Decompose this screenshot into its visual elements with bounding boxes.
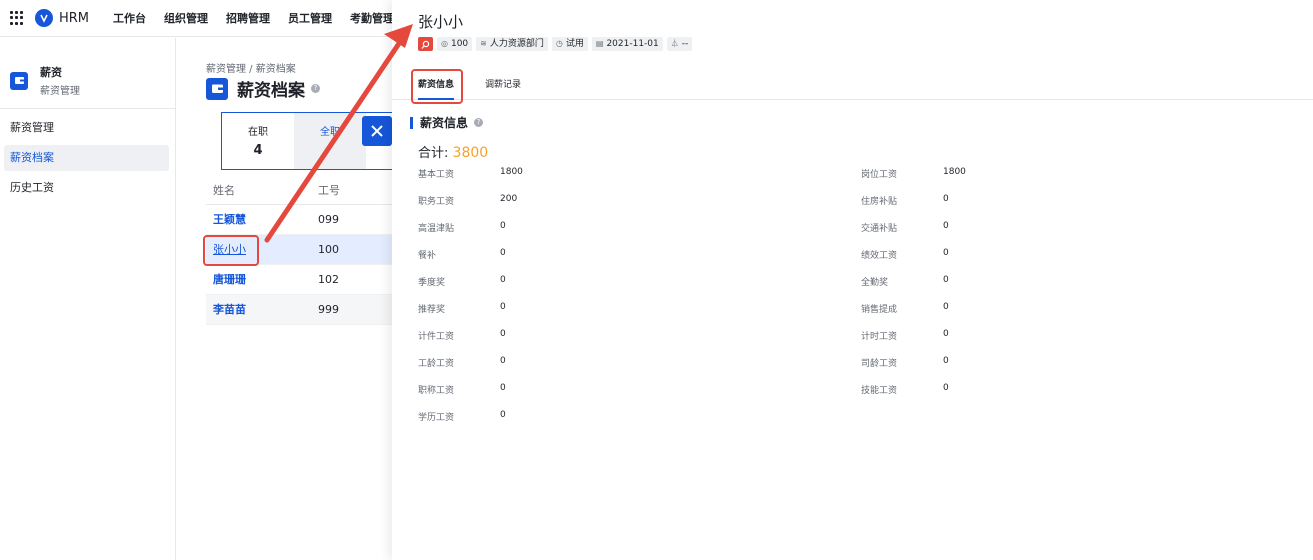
nav-attendance[interactable]: 考勤管理 [350, 10, 394, 26]
salary-field-label: 销售提成 [861, 305, 898, 315]
help-icon[interactable]: ? [311, 84, 320, 93]
salary-field-value: 0 [500, 329, 506, 339]
salary-total-value: 3800 [452, 145, 489, 161]
salary-field-label: 餐补 [418, 251, 437, 261]
table-row[interactable]: 王颖慧 099 [206, 205, 392, 235]
salary-field-value: 0 [943, 302, 949, 312]
salary-field-value: 0 [943, 356, 949, 366]
salary-field-value: 0 [943, 194, 949, 204]
salary-field-label: 工龄工资 [418, 359, 455, 369]
tab-salary-adjustments[interactable]: 调薪记录 [485, 70, 521, 100]
page-title: 薪资档案 [237, 81, 305, 101]
nav-workbench[interactable]: 工作台 [113, 10, 146, 26]
employee-detail-panel: 张小小 ◎ 100 ≋ 人力资源部门 ◷ 试用 ▤ 2021-11-01 ⏃ -- 薪资信… [392, 0, 1313, 560]
salary-field-label: 全勤奖 [861, 278, 889, 288]
salary-field-value: 1800 [943, 167, 966, 177]
section-accent-bar [410, 116, 413, 129]
employee-name-link[interactable]: 李苗苗 [213, 303, 246, 316]
wallet-icon [206, 77, 228, 100]
detail-tabs: 薪资信息 调薪记录 [392, 70, 1313, 100]
salary-field-value: 0 [500, 221, 506, 231]
employee-name: 张小小 [418, 13, 464, 31]
salary-field-label: 住房补贴 [861, 197, 898, 207]
page-header: 薪资档案 ? [206, 76, 320, 101]
salary-field-value: 0 [500, 356, 506, 366]
calendar-icon: ▤ [595, 39, 604, 48]
section-header: 薪资信息 ? [410, 114, 484, 131]
salary-field-value: 0 [500, 410, 506, 420]
stat-fulltime[interactable]: 全职 [294, 113, 366, 169]
employee-name-link[interactable]: 唐珊珊 [213, 273, 246, 286]
tag-join-date: ▤ 2021-11-01 [591, 37, 663, 51]
table-header: 姓名 工号 [206, 177, 392, 205]
sidebar-title: 薪资 [40, 66, 62, 79]
nav-organization[interactable]: 组织管理 [164, 10, 208, 26]
clock-icon: ◷ [555, 39, 563, 48]
salary-field-value: 0 [943, 275, 949, 285]
salary-field-label: 学历工资 [418, 413, 455, 423]
app-grid-icon[interactable] [10, 11, 24, 25]
tag-department: ≋ 人力资源部门 [476, 37, 548, 51]
employee-name-link[interactable]: 王颖慧 [213, 213, 246, 226]
wallet-icon [10, 71, 28, 90]
salary-total: 合计: 3800 [418, 145, 489, 161]
salary-field-label: 季度奖 [418, 278, 446, 288]
nav-recruiting[interactable]: 招聘管理 [226, 10, 270, 26]
highlight-box-tab [411, 69, 463, 104]
breadcrumb: 薪资管理 / 薪资档案 [206, 64, 296, 75]
nav-employees[interactable]: 员工管理 [288, 10, 332, 26]
table-row[interactable]: 李苗苗 999 [206, 295, 392, 325]
section-title: 薪资信息 [420, 116, 469, 130]
app-brand: HRM [59, 10, 90, 26]
sidebar: 薪资 薪资管理 薪资管理 薪资档案 历史工资 [0, 38, 176, 560]
salary-field-value: 0 [943, 383, 949, 393]
salary-field-label: 司龄工资 [861, 359, 898, 369]
id-card-icon: ◎ [441, 39, 448, 48]
close-icon [371, 125, 383, 137]
sidebar-item-salary-management[interactable]: 薪资管理 [4, 115, 169, 141]
search-icon[interactable] [418, 37, 433, 51]
salary-field-label: 技能工资 [861, 386, 898, 396]
salary-field-value: 1800 [500, 167, 523, 177]
tag-position: ⏃ -- [666, 37, 693, 51]
employee-tags: ◎ 100 ≋ 人力资源部门 ◷ 试用 ▤ 2021-11-01 ⏃ -- [418, 37, 693, 51]
hrm-logo-icon [35, 9, 53, 27]
highlight-box-name [203, 235, 259, 266]
layers-icon: ≋ [480, 39, 487, 48]
help-icon[interactable]: ? [474, 118, 484, 127]
close-panel-button[interactable] [362, 116, 392, 146]
tag-status: ◷ 试用 [551, 37, 588, 51]
salary-field-value: 0 [500, 383, 506, 393]
table-row[interactable]: 唐珊珊 102 [206, 265, 392, 295]
salary-field-label: 计件工资 [418, 332, 455, 342]
salary-field-value: 0 [500, 248, 506, 258]
sidebar-item-salary-history[interactable]: 历史工资 [4, 175, 169, 201]
salary-field-value: 0 [943, 329, 949, 339]
sidebar-item-salary-archive[interactable]: 薪资档案 [4, 145, 169, 171]
position-icon: ⏃ [670, 39, 679, 48]
salary-field-value: 200 [500, 194, 518, 204]
sidebar-subtitle: 薪资管理 [40, 86, 80, 97]
salary-field-value: 0 [500, 275, 506, 285]
salary-field-value: 0 [943, 221, 949, 231]
salary-field-label: 推荐奖 [418, 305, 446, 315]
salary-field-label: 岗位工资 [861, 170, 898, 180]
salary-field-label: 基本工资 [418, 170, 455, 180]
salary-field-label: 交通补贴 [861, 224, 898, 234]
salary-field-label: 职称工资 [418, 386, 455, 396]
sidebar-header: 薪资 薪资管理 [0, 38, 175, 97]
tag-employee-id: ◎ 100 [437, 37, 473, 51]
top-nav: 工作台 组织管理 招聘管理 员工管理 考勤管理 [113, 10, 412, 26]
salary-field-label: 计时工资 [861, 332, 898, 342]
salary-field-value: 0 [943, 248, 949, 258]
salary-field-label: 职务工资 [418, 197, 455, 207]
salary-field-label: 绩效工资 [861, 251, 898, 261]
stat-active[interactable]: 在职 4 [222, 113, 294, 169]
salary-field-value: 0 [500, 302, 506, 312]
salary-field-label: 高温津贴 [418, 224, 455, 234]
sidebar-divider [0, 108, 175, 109]
